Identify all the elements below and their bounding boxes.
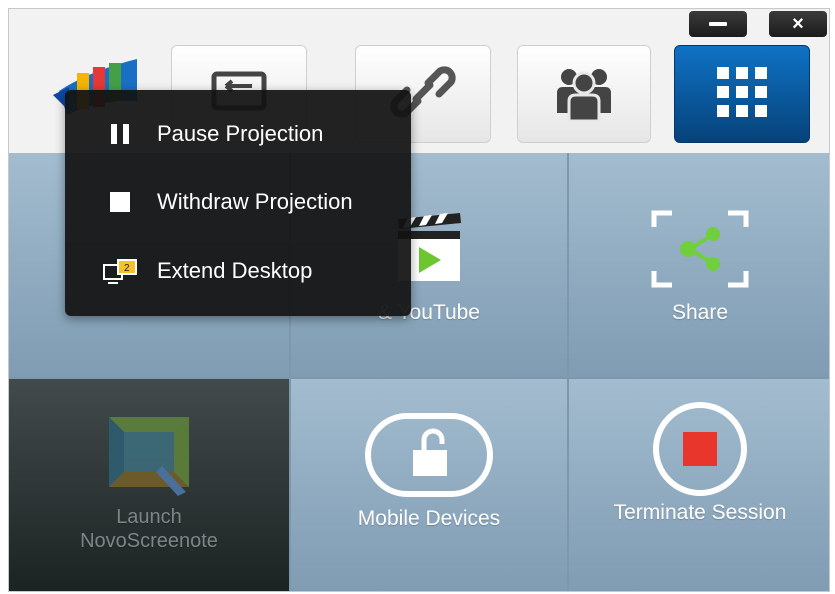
minimize-button[interactable]: [689, 11, 747, 37]
novoscreenote-icon: [104, 415, 194, 496]
app-window: × & YouTube Share Launch NovoScreenote M…: [8, 8, 830, 592]
group-users-icon: [549, 57, 619, 132]
apps-grid-button[interactable]: [674, 45, 810, 143]
extend-desktop-icon: 2: [101, 256, 139, 286]
tile-label: Terminate Session: [613, 501, 787, 524]
unlock-icon: [364, 413, 494, 497]
menu-item-label: Pause Projection: [157, 121, 324, 146]
tile-launch-novoscreenote[interactable]: Launch NovoScreenote: [9, 379, 289, 591]
menu-item-pause-projection[interactable]: Pause Projection: [65, 104, 411, 164]
menu-item-label: Extend Desktop: [157, 258, 313, 283]
participants-button[interactable]: [517, 45, 651, 143]
tile-mobile-devices[interactable]: Mobile Devices: [291, 379, 567, 591]
close-icon: ×: [792, 12, 804, 35]
tile-share[interactable]: Share: [569, 153, 829, 377]
stop-square-icon: [101, 187, 139, 217]
terminate-icon: [650, 402, 750, 496]
share-icon: [650, 209, 750, 289]
projection-popup-menu: Pause Projection Withdraw Projection 2 E…: [65, 90, 411, 316]
grid-apps-icon: [712, 62, 772, 127]
minimize-icon: [709, 22, 727, 26]
tile-label: Share: [671, 301, 729, 324]
tile-terminate-session[interactable]: Terminate Session: [569, 379, 829, 591]
menu-item-withdraw-projection[interactable]: Withdraw Projection: [65, 172, 411, 232]
tile-label: Mobile Devices: [357, 507, 501, 530]
tile-label-line2: NovoScreenote: [80, 530, 218, 552]
svg-text:2: 2: [124, 263, 130, 274]
tile-label-line1: Launch: [116, 506, 182, 528]
close-button[interactable]: ×: [769, 11, 827, 37]
pause-icon: [101, 119, 139, 149]
menu-item-extend-desktop[interactable]: 2 Extend Desktop: [65, 241, 411, 301]
menu-item-label: Withdraw Projection: [157, 189, 353, 214]
